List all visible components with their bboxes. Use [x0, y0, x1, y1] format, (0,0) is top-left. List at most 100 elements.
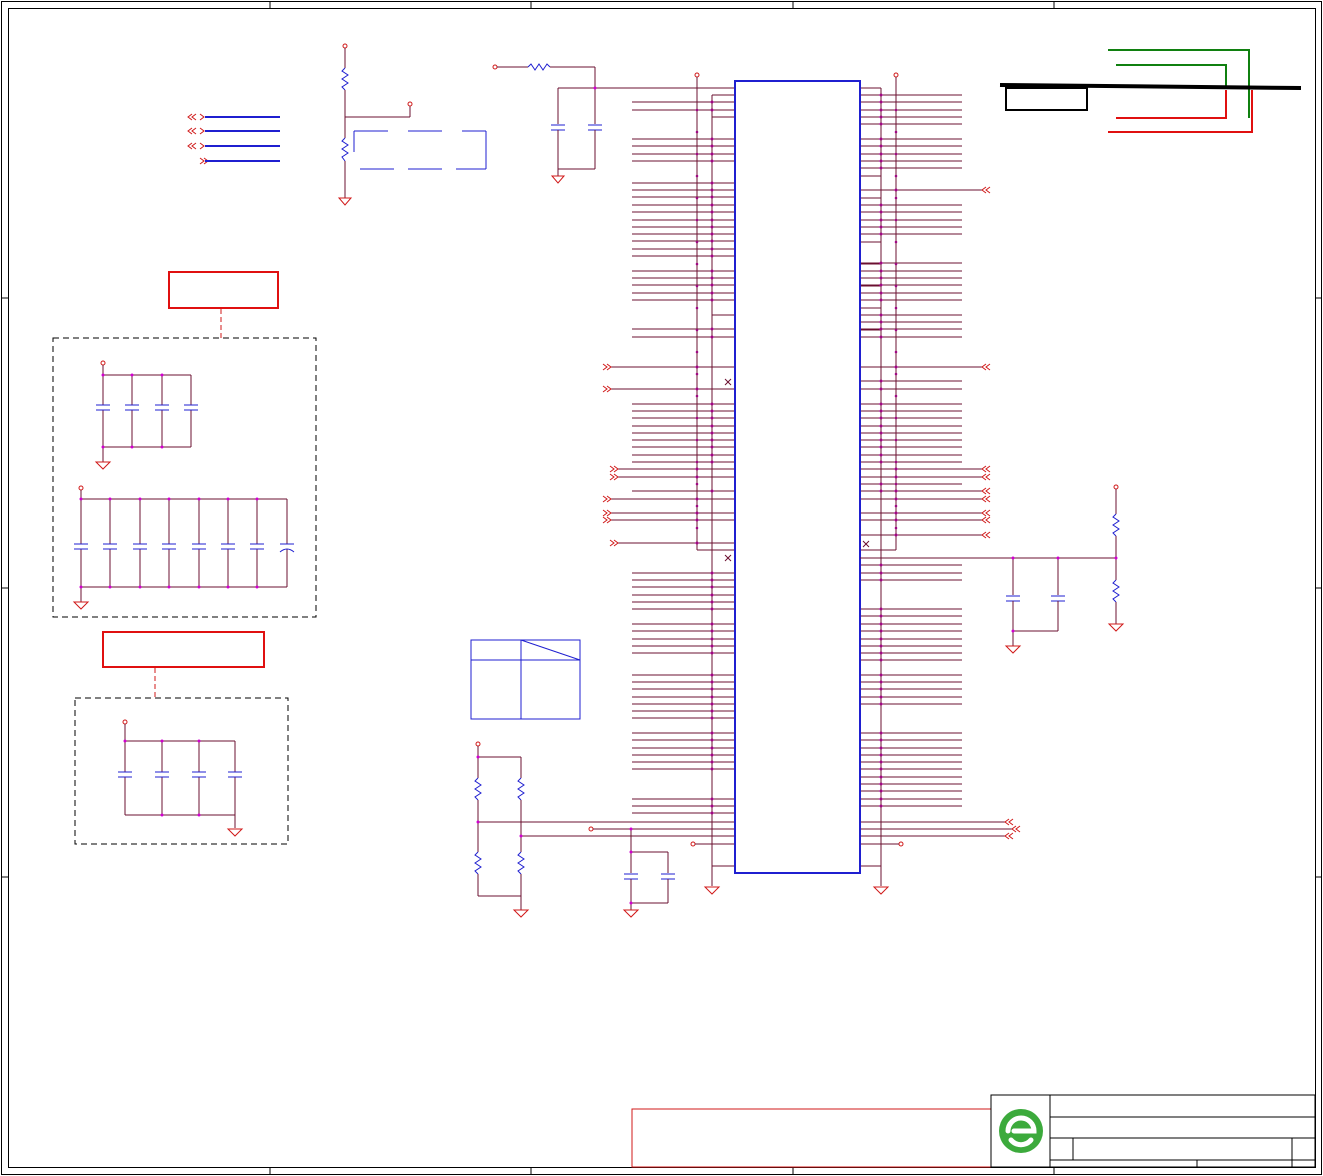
net-junction [226, 585, 230, 589]
inner-border [8, 8, 1316, 1168]
group-label-box [168, 271, 279, 309]
power-port-icon [100, 360, 106, 366]
main-ic-body [734, 80, 861, 874]
net-junction [197, 585, 201, 589]
annotation-line-green [1108, 49, 1250, 118]
ic-right-pin-nets [860, 94, 1012, 837]
power-port-icon [342, 43, 348, 49]
capacitor [624, 873, 675, 880]
net-junctions [695, 93, 898, 815]
power-port-icon [122, 719, 128, 725]
power-port-icon [898, 841, 904, 847]
power-port-icon [407, 101, 413, 107]
power-rails [690, 72, 904, 886]
offpage-bus-group [187, 113, 280, 165]
net-junction [167, 585, 171, 589]
resistor [517, 777, 525, 801]
revision-note-box [631, 1108, 992, 1168]
top-filter [492, 63, 735, 184]
annotation-line-red [1116, 90, 1227, 119]
offpage-connector-icon [985, 487, 991, 495]
net-junction [79, 585, 83, 589]
resistor [474, 777, 482, 801]
annotation-line-red [1108, 90, 1253, 133]
group-dashed-boundary [74, 697, 289, 845]
resistor [341, 67, 349, 91]
decoupling-group-1 [52, 271, 317, 618]
net-junction [167, 497, 171, 501]
decoupling-group-2 [74, 631, 289, 845]
net-junction [108, 585, 112, 589]
offpage-connector-icon [602, 495, 608, 503]
offpage-signal-lines [205, 116, 280, 162]
net-junction [197, 497, 201, 501]
note-box-dashed [353, 130, 487, 170]
offpage-connector-icon [602, 509, 608, 517]
ground-symbol-icon [226, 828, 244, 837]
offpage-connector-icon [985, 531, 991, 539]
ic-left-pin-nets [611, 101, 735, 814]
power-port-icon [475, 741, 481, 747]
offpage-connector-icon [1008, 818, 1014, 826]
power-port-icon [694, 72, 700, 78]
ground-symbol-icon [703, 886, 721, 895]
resistor [1112, 513, 1120, 537]
company-logo-icon [999, 1109, 1043, 1153]
power-port-icon [588, 826, 594, 832]
ground-symbol-icon [550, 175, 566, 184]
offpage-connector-icon [602, 385, 608, 393]
offpage-connector-icon [1008, 832, 1014, 840]
ground-symbol-icon [1107, 623, 1125, 632]
ground-symbol-icon [337, 197, 353, 206]
main-ic-region [602, 72, 1021, 895]
offpage-connector-icon [981, 186, 1021, 840]
offpage-connector-icon [985, 363, 991, 371]
markup-box [1005, 87, 1088, 111]
offpage-connector-icon [985, 516, 991, 524]
offpage-connector-icon [985, 186, 991, 194]
ground-symbol-icon [872, 886, 890, 895]
power-port-icon [1113, 484, 1119, 490]
right-rc-network [860, 484, 1125, 654]
ground-symbol-icon [1004, 645, 1022, 654]
power-port-icon [78, 485, 84, 491]
capacitor [74, 543, 295, 553]
option-table [470, 639, 581, 720]
offpage-connector-icon [609, 465, 615, 473]
capacitor [118, 771, 242, 778]
ground-symbol-icon [622, 909, 640, 918]
capacitor [96, 404, 198, 411]
offpage-connector-icon [1015, 825, 1021, 833]
resistor [1112, 579, 1120, 603]
net-junction [138, 497, 142, 501]
offpage-connector-icon [602, 363, 608, 371]
power-port-icon [893, 72, 899, 78]
resistor [474, 851, 482, 875]
capacitor [551, 124, 602, 131]
offpage-connector-icon [985, 509, 991, 517]
power-port-icon [690, 841, 696, 847]
ground-symbol-icon [72, 601, 90, 610]
offpage-connector-icon [609, 539, 615, 547]
bottom-resistor-network [474, 741, 735, 918]
schematic-sheet [1, 1, 1322, 1175]
capacitor [1006, 595, 1065, 602]
offpage-connector-icon [985, 473, 991, 481]
no-connect-marks [724, 378, 870, 562]
offpage-connector-icon [985, 495, 991, 503]
net-junction [226, 497, 230, 501]
offpage-connector-icon [187, 113, 209, 165]
net-junction [79, 497, 83, 501]
power-port-icon [492, 64, 498, 70]
net-junction [255, 497, 259, 501]
net-junction [255, 585, 259, 589]
net-junction [108, 497, 112, 501]
voltage-divider [337, 43, 487, 206]
resistor [341, 137, 349, 162]
offpage-connector-icon [985, 465, 991, 473]
resistor [527, 63, 551, 71]
offpage-connector-icon [609, 473, 615, 481]
ground-symbol-icon [94, 461, 112, 470]
group-dashed-boundary [52, 337, 317, 618]
offpage-connector-icon [602, 516, 608, 524]
